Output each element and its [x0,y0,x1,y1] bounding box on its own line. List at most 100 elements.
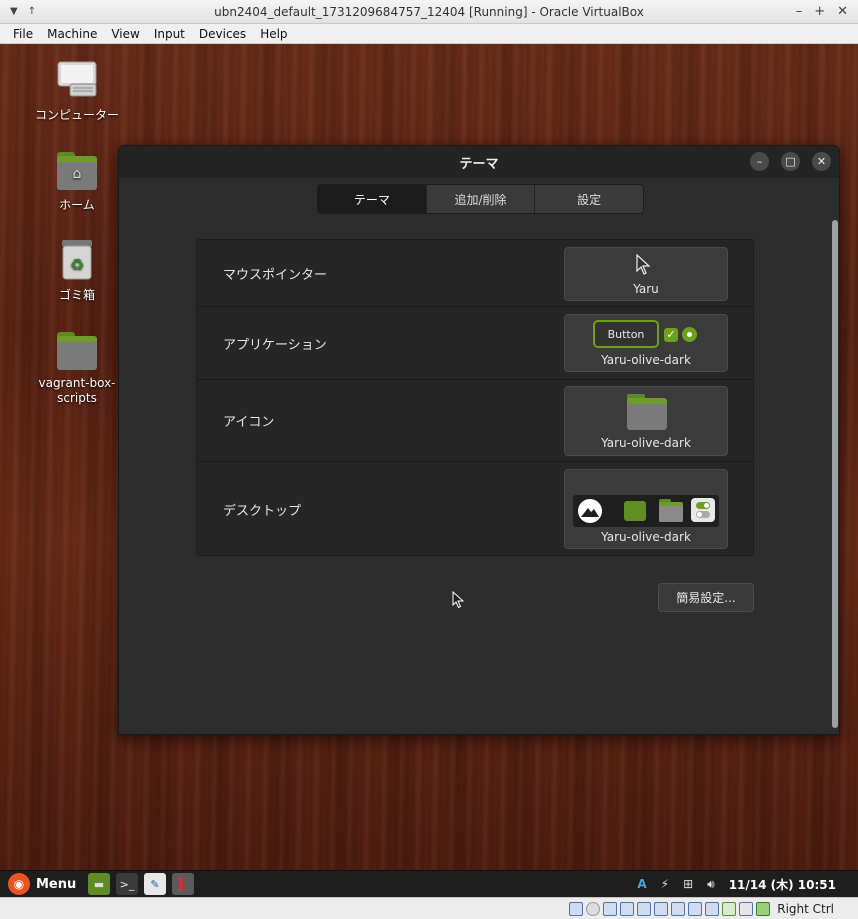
tab-themes[interactable]: テーマ [318,185,427,213]
application-theme-button[interactable]: Button ✓ Yaru-olive-dark [564,314,728,372]
scrollbar[interactable] [832,220,838,728]
input-method-indicator[interactable]: A [637,877,646,891]
desktop-theme-button[interactable]: Yaru-olive-dark [564,469,728,549]
display-icon[interactable] [671,901,686,916]
mouse-integration-icon[interactable] [739,901,754,916]
menu-devices[interactable]: Devices [192,27,253,41]
pin-icon[interactable]: ↑ [28,6,36,17]
trash-icon: ♻ [56,240,98,280]
row-label: マウスポインター [223,267,328,283]
theme-value: Yaru [633,282,659,296]
desktop-icon-label: vagrant-box-scripts [38,376,116,405]
theme-window-titlebar[interactable]: テーマ – □ ✕ [119,146,839,178]
host-key-label: Right Ctrl [777,901,834,916]
menu-machine[interactable]: Machine [40,27,104,41]
folder-icon [56,330,98,370]
tab-add-remove[interactable]: 追加/削除 [426,185,536,213]
desktop-icon-vagrant[interactable]: vagrant-box-scripts [27,330,127,406]
system-tray: A ⚡ ⊞ 🔊︎ 11/14 (木) 10:51 [637,876,836,893]
tab-settings[interactable]: 設定 [535,185,643,213]
files-launcher-icon[interactable]: ▬ [88,873,110,895]
pointer-icon [636,254,651,275]
guest-additions-icon[interactable] [722,901,737,916]
desktop-icon-label: コンピューター [34,108,119,122]
usb-icon[interactable] [637,901,652,916]
menu-file[interactable]: File [6,27,40,41]
start-menu-button[interactable]: ◉ Menu [0,873,88,895]
close-button[interactable]: ✕ [812,152,831,171]
host-statusbar: Right Ctrl [0,897,858,919]
volume-icon[interactable]: 🔊︎ [707,877,715,892]
svg-text:♻: ♻ [70,255,84,274]
guest-taskbar: ◉ Menu ▬ >_ ✎ ▌ A ⚡ ⊞ 🔊︎ 11/14 (木) 10:51 [0,870,858,897]
desktop-icon-trash[interactable]: ♻ ゴミ箱 [27,240,127,303]
window-menu-icon[interactable]: ▼ [10,6,18,17]
tab-bar: テーマ 追加/削除 設定 [317,184,644,214]
sample-button: Button [593,320,659,348]
simple-settings-button[interactable]: 簡易設定... [658,583,754,612]
theme-list: マウスポインター Yaru アプリケーション Button ✓ Yaru-oli… [196,239,754,556]
desktop-preview [573,495,719,527]
theme-window: テーマ – □ ✕ テーマ 追加/削除 設定 マウスポインター Yaru アプリ… [118,145,840,735]
radio-icon [682,327,697,342]
keyboard-capture-icon[interactable] [756,901,771,916]
text-editor-launcher-icon[interactable]: ✎ [144,873,166,895]
window-title: テーマ [459,156,499,172]
computer-icon [56,60,98,100]
launcher-bar: ▬ >_ ✎ ▌ [88,873,194,895]
theme-row-mouse-pointer: マウスポインター Yaru [197,240,753,307]
theme-row-desktop: デスクトップ Yaru-olive-dark [197,462,753,556]
clock[interactable]: 11/14 (木) 10:51 [729,876,836,893]
theme-row-applications: アプリケーション Button ✓ Yaru-olive-dark [197,307,753,380]
menu-input[interactable]: Input [147,27,192,41]
row-label: デスクトップ [223,503,302,519]
network-adapter-icon[interactable] [620,901,635,916]
check-icon: ✓ [664,328,678,342]
audio-icon[interactable] [603,901,618,916]
row-label: アプリケーション [223,337,327,353]
mouse-cursor-icon [452,591,465,609]
folder-icon [659,499,683,522]
maximize-icon[interactable]: + [814,4,825,19]
minimize-icon[interactable]: – [796,4,803,19]
maximize-icon: □ [785,155,796,168]
green-tile-icon [624,501,646,521]
host-window-title: ubn2404_default_1731209684757_12404 [Run… [214,4,644,19]
menu-help[interactable]: Help [253,27,294,41]
close-icon: ✕ [816,155,827,168]
folder-icon [627,394,667,430]
network-icon[interactable]: ⊞ [683,877,693,891]
minimize-icon: – [756,155,763,168]
host-titlebar: ▼ ↑ ubn2404_default_1731209684757_12404 … [0,0,858,24]
menu-label: Menu [36,876,77,892]
desktop-icon-computer[interactable]: コンピューター [27,60,127,123]
guest-desktop: コンピューター ⌂ ホーム ♻ ゴミ箱 vagrant-box-scripts … [0,44,858,870]
menu-view[interactable]: View [104,27,146,41]
theme-value: Yaru-olive-dark [601,353,691,367]
desktop-icon-label: ゴミ箱 [58,288,95,302]
recording-icon[interactable] [688,901,703,916]
settings-toggle-icon [691,498,715,522]
row-label: アイコン [223,415,275,430]
theme-window-task-icon[interactable]: ▌ [172,873,194,895]
mouse-pointer-theme-button[interactable]: Yaru [564,247,728,301]
theme-row-icons: アイコン Yaru-olive-dark [197,380,753,462]
close-icon[interactable]: ✕ [837,4,848,19]
minimize-button[interactable]: – [750,152,769,171]
maximize-button[interactable]: □ [781,152,800,171]
hdd-icon[interactable] [569,901,584,916]
disconnected-icon[interactable]: ⚡ [661,877,669,891]
optical-drive-icon[interactable] [586,901,601,916]
terminal-launcher-icon[interactable]: >_ [116,873,138,895]
desktop-icon-label: ホーム [59,198,95,212]
ubuntu-logo-icon: ◉ [8,873,30,895]
shared-folder-icon[interactable] [654,901,669,916]
home-folder-icon: ⌂ [56,150,98,190]
host-menubar: File Machine View Input Devices Help [0,24,858,44]
theme-value: Yaru-olive-dark [601,436,691,450]
cpu-icon[interactable] [705,901,720,916]
mint-logo-icon [578,499,602,523]
desktop-icon-home[interactable]: ⌂ ホーム [27,150,127,213]
icon-theme-button[interactable]: Yaru-olive-dark [564,386,728,456]
theme-value: Yaru-olive-dark [601,530,691,544]
